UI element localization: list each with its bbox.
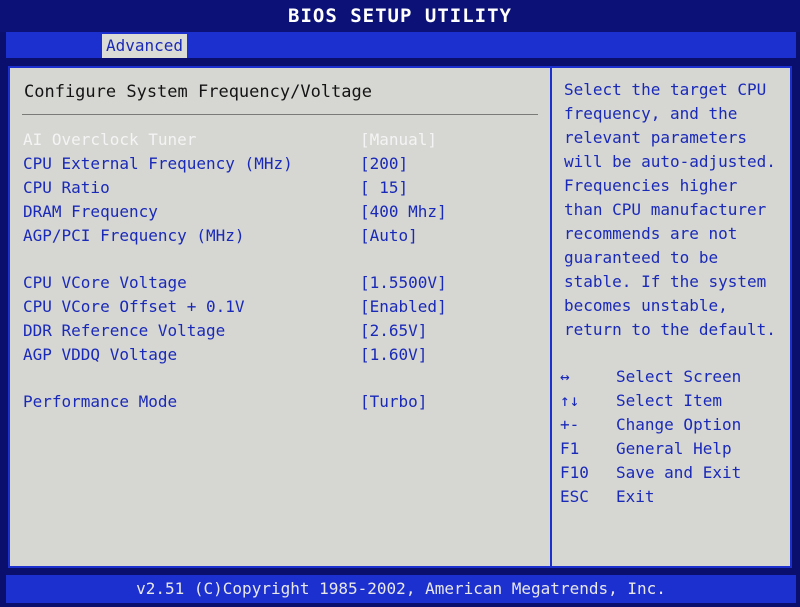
setting-label: DRAM Frequency: [23, 202, 158, 221]
key-action: General Help: [616, 439, 732, 458]
key-legend: ↔ Select Screen ↑↓ Select Item +- Change…: [560, 365, 786, 509]
setting-label: AGP VDDQ Voltage: [23, 345, 178, 364]
setting-label: DDR Reference Voltage: [23, 321, 226, 340]
setting-value[interactable]: [1.60V]: [360, 343, 427, 366]
footer-bar: v2.51 (C)Copyright 1985-2002, American M…: [6, 575, 796, 603]
key-row-general-help: F1 General Help: [560, 437, 786, 461]
setting-value[interactable]: [Turbo]: [360, 390, 427, 413]
help-line: return to the default.: [564, 320, 776, 339]
setting-agp-pci-frequency[interactable]: AGP/PCI Frequency (MHz) [Auto]: [10, 224, 550, 247]
left-right-arrow-icon: ↔: [560, 367, 570, 386]
help-line: relevant parameters: [564, 128, 748, 147]
key-row-select-screen: ↔ Select Screen: [560, 365, 786, 389]
help-line: recommends are not: [564, 224, 738, 243]
key-action: Change Option: [616, 415, 742, 434]
help-pane: Select the target CPU frequency, and the…: [552, 68, 790, 566]
key-row-save-and-exit: F10 Save and Exit: [560, 461, 786, 485]
help-line: becomes unstable,: [564, 296, 728, 315]
help-line: guaranteed to be: [564, 248, 719, 267]
title-bar: BIOS SETUP UTILITY: [0, 0, 800, 32]
help-line: Select the target CPU: [564, 80, 767, 99]
setting-label: Performance Mode: [23, 392, 178, 411]
setting-value[interactable]: [1.5500V]: [360, 271, 447, 294]
setting-value[interactable]: [Manual]: [360, 128, 437, 151]
section-divider: [22, 114, 538, 115]
setting-value[interactable]: [2.65V]: [360, 319, 427, 342]
key-action: Save and Exit: [616, 463, 742, 482]
setting-ai-overclock-tuner[interactable]: AI Overclock Tuner [Manual]: [10, 128, 550, 151]
help-line: than CPU manufacturer: [564, 200, 767, 219]
key-glyph: +-: [560, 415, 580, 434]
setting-cpu-vcore-offset[interactable]: CPU VCore Offset + 0.1V [Enabled]: [10, 295, 550, 318]
setting-value[interactable]: [200]: [360, 152, 408, 175]
bios-screen: BIOS SETUP UTILITY Advanced Configure Sy…: [0, 0, 800, 607]
setting-cpu-ratio[interactable]: CPU Ratio [ 15]: [10, 176, 550, 199]
setting-label: CPU Ratio: [23, 178, 110, 197]
main-panel: Configure System Frequency/Voltage AI Ov…: [8, 66, 792, 568]
key-row-exit: ESC Exit: [560, 485, 786, 509]
setting-value[interactable]: [Auto]: [360, 224, 418, 247]
section-title: Configure System Frequency/Voltage: [24, 82, 372, 102]
help-text: Select the target CPU frequency, and the…: [564, 78, 788, 342]
copyright-text: v2.51 (C)Copyright 1985-2002, American M…: [136, 579, 666, 598]
key-action: Exit: [616, 487, 655, 506]
up-down-arrow-icon: ↑↓: [560, 391, 580, 410]
title-text: BIOS SETUP UTILITY: [288, 5, 512, 27]
key-action: Select Item: [616, 391, 722, 410]
help-line: Frequencies higher: [564, 176, 738, 195]
help-line: stable. If the system: [564, 272, 767, 291]
setting-dram-frequency[interactable]: DRAM Frequency [400 Mhz]: [10, 200, 550, 223]
setting-agp-vddq-voltage[interactable]: AGP VDDQ Voltage [1.60V]: [10, 343, 550, 366]
setting-label: AI Overclock Tuner: [23, 130, 197, 149]
tab-advanced[interactable]: Advanced: [102, 34, 188, 58]
key-row-select-item: ↑↓ Select Item: [560, 389, 786, 413]
help-line: will be auto-adjusted.: [564, 152, 776, 171]
setting-performance-mode[interactable]: Performance Mode [Turbo]: [10, 390, 550, 413]
setting-value[interactable]: [Enabled]: [360, 295, 447, 318]
setting-label: CPU External Frequency (MHz): [23, 154, 293, 173]
setting-label: CPU VCore Offset + 0.1V: [23, 297, 245, 316]
key-row-change-option: +- Change Option: [560, 413, 786, 437]
key-glyph: F10: [560, 463, 589, 482]
settings-pane: Configure System Frequency/Voltage AI Ov…: [10, 68, 550, 566]
setting-label: AGP/PCI Frequency (MHz): [23, 226, 245, 245]
key-glyph: F1: [560, 439, 580, 458]
menu-bar: Advanced: [6, 32, 796, 58]
help-line: frequency, and the: [564, 104, 738, 123]
setting-value[interactable]: [ 15]: [360, 176, 408, 199]
setting-cpu-external-frequency[interactable]: CPU External Frequency (MHz) [200]: [10, 152, 550, 175]
key-glyph: ESC: [560, 487, 589, 506]
setting-label: CPU VCore Voltage: [23, 273, 187, 292]
tab-advanced-label: Advanced: [106, 36, 184, 55]
setting-value[interactable]: [400 Mhz]: [360, 200, 447, 223]
setting-ddr-reference-voltage[interactable]: DDR Reference Voltage [2.65V]: [10, 319, 550, 342]
key-action: Select Screen: [616, 367, 742, 386]
setting-cpu-vcore-voltage[interactable]: CPU VCore Voltage [1.5500V]: [10, 271, 550, 294]
